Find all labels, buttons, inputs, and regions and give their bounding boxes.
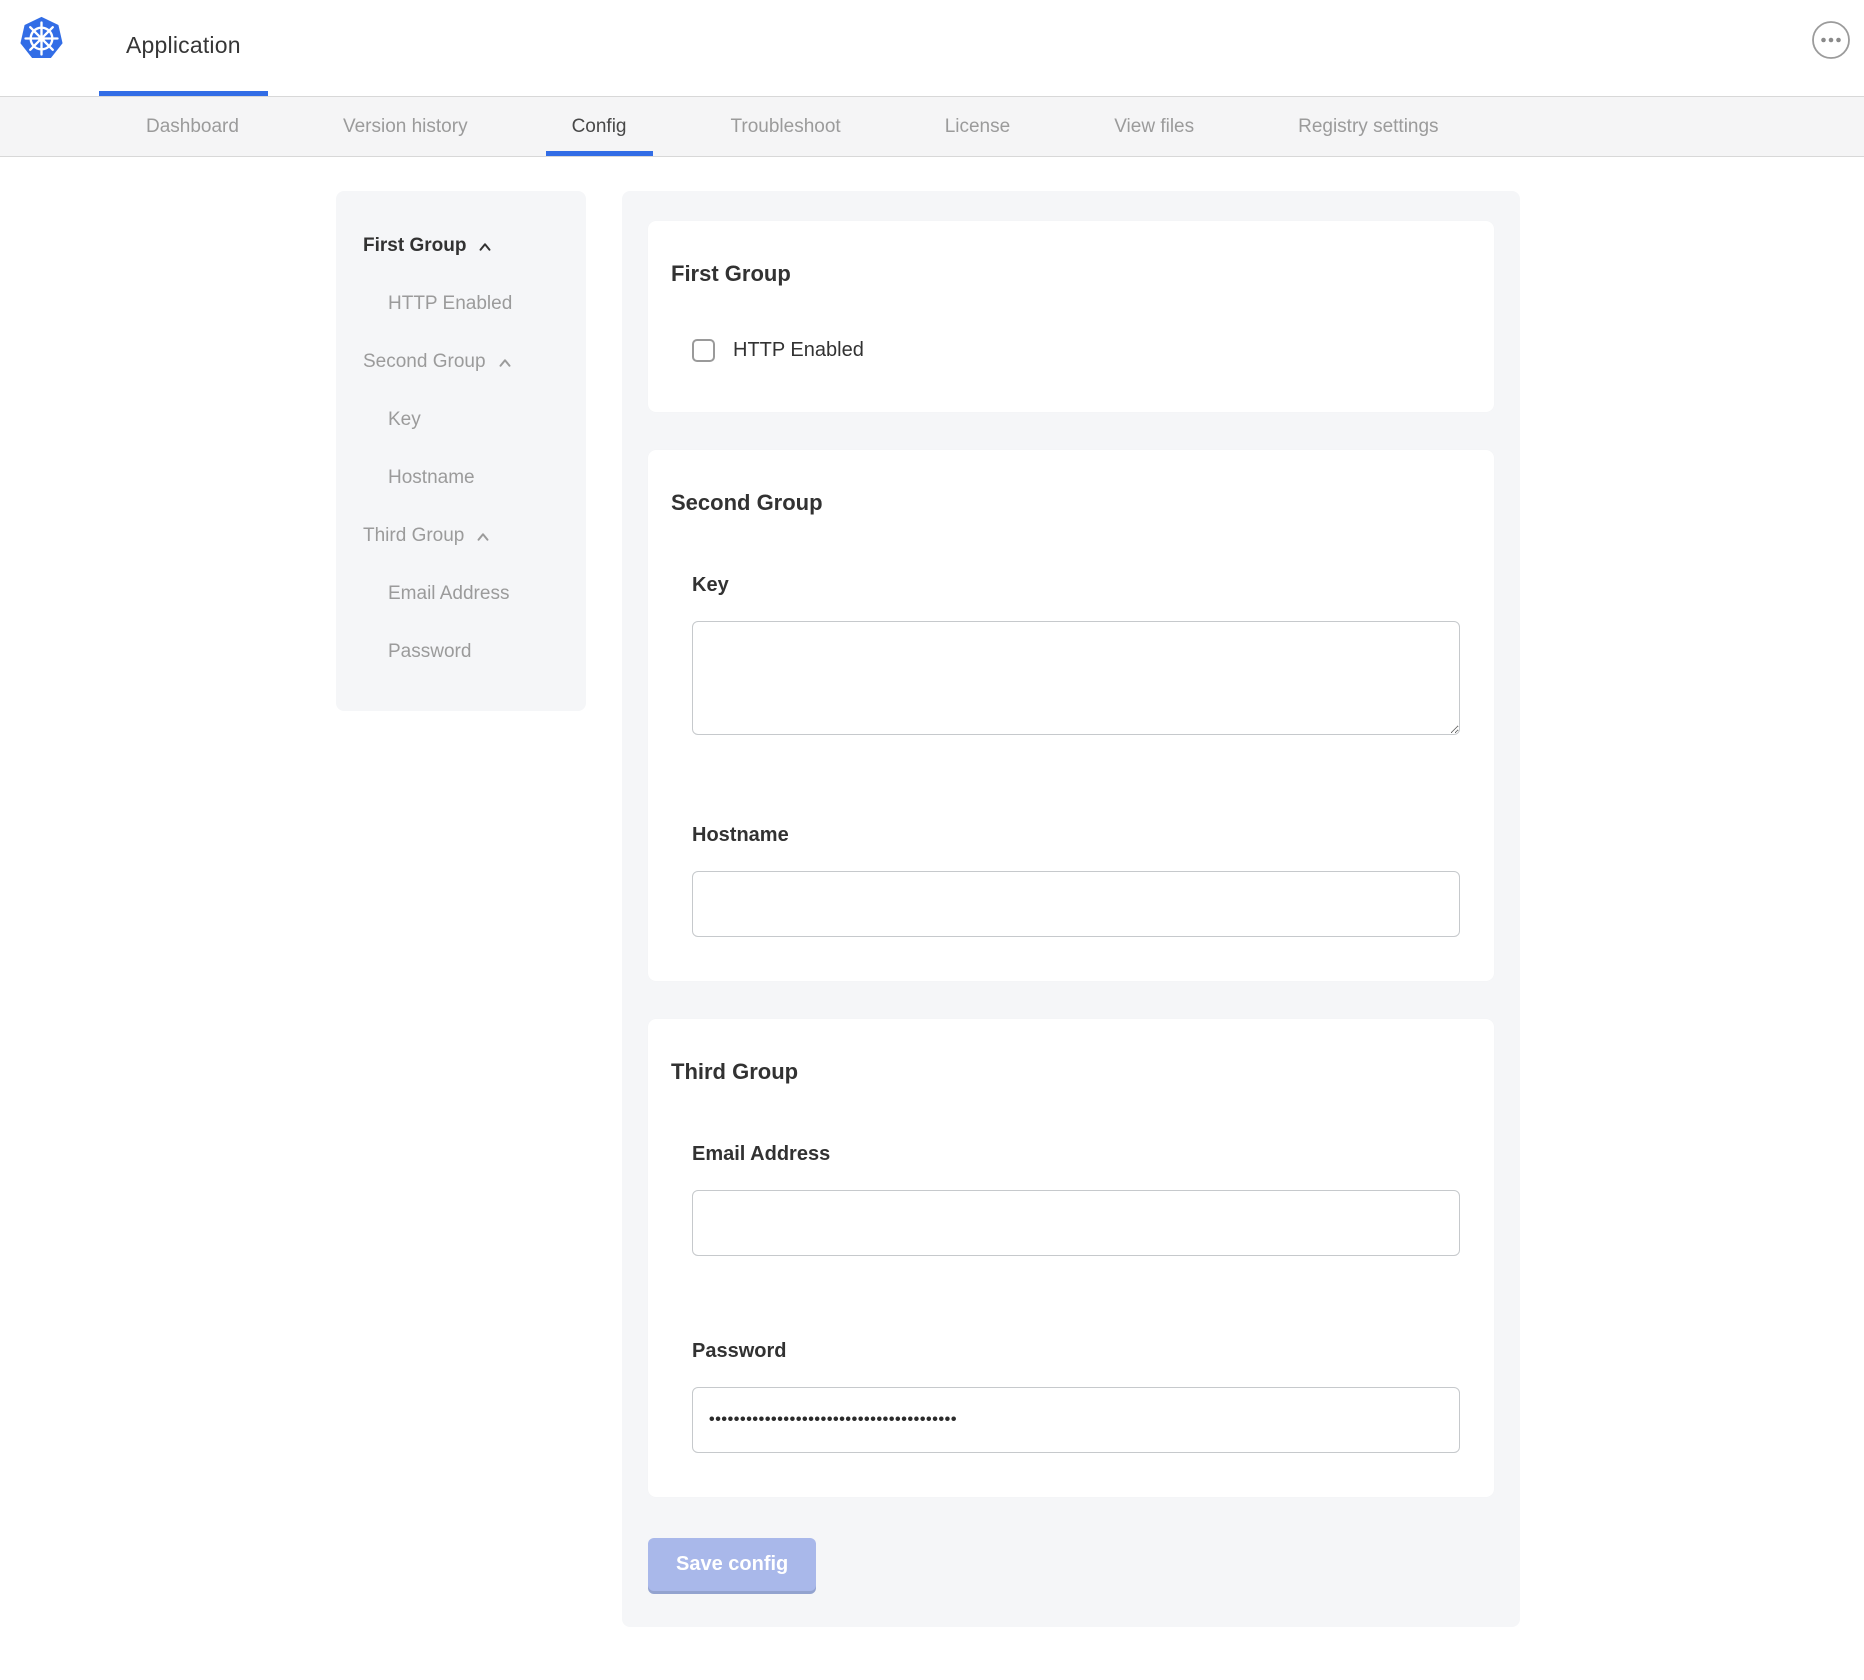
config-sidebar: First Group HTTP Enabled Second Group Ke…	[336, 191, 586, 711]
config-form-panel: First Group HTTP Enabled Second Group Ke…	[622, 191, 1520, 1627]
sidebar-item-label: Password	[388, 641, 471, 663]
chevron-up-icon	[496, 354, 514, 372]
config-page: First Group HTTP Enabled Second Group Ke…	[0, 157, 1864, 1627]
config-group-third: Third Group Email Address Password	[648, 1019, 1494, 1497]
hostname-label: Hostname	[692, 824, 1460, 847]
sidebar-item-label: Third Group	[363, 525, 464, 547]
tab-version-history-label: Version history	[343, 116, 468, 138]
sidebar-item-hostname[interactable]: Hostname	[336, 449, 586, 507]
sidebar-item-label: Second Group	[363, 351, 486, 373]
sidebar-item-label: HTTP Enabled	[388, 293, 512, 315]
app-nav-bar: Dashboard Version history Config Trouble…	[0, 96, 1864, 157]
tab-license[interactable]: License	[919, 97, 1037, 156]
tab-config-label: Config	[572, 116, 627, 138]
ellipsis-icon	[1811, 20, 1851, 60]
tab-registry-settings[interactable]: Registry settings	[1272, 97, 1464, 156]
sidebar-item-email-address[interactable]: Email Address	[336, 565, 586, 623]
sidebar-item-label: Key	[388, 409, 421, 431]
config-group-first: First Group HTTP Enabled	[648, 221, 1494, 412]
chevron-up-icon	[476, 238, 494, 256]
sidebar-item-third-group[interactable]: Third Group	[336, 507, 586, 565]
tab-version-history[interactable]: Version history	[317, 97, 494, 156]
http-enabled-checkbox[interactable]	[692, 339, 715, 362]
tab-troubleshoot-label: Troubleshoot	[731, 116, 841, 138]
save-config-button[interactable]: Save config	[648, 1538, 816, 1591]
email-address-label: Email Address	[692, 1143, 1460, 1166]
chevron-up-icon	[474, 528, 492, 546]
overflow-menu-button[interactable]	[1811, 20, 1851, 60]
tab-troubleshoot[interactable]: Troubleshoot	[705, 97, 867, 156]
sidebar-item-label: Email Address	[388, 583, 509, 605]
email-address-input[interactable]	[692, 1190, 1460, 1256]
hostname-input[interactable]	[692, 871, 1460, 937]
second-group-fields: Key Hostname	[692, 574, 1460, 937]
sidebar-item-second-group[interactable]: Second Group	[336, 333, 586, 391]
group-title: Third Group	[671, 1059, 1460, 1085]
sidebar-item-password[interactable]: Password	[336, 623, 586, 681]
http-enabled-field: HTTP Enabled	[692, 339, 1460, 362]
tab-dashboard-label: Dashboard	[146, 116, 239, 138]
tab-registry-settings-label: Registry settings	[1298, 116, 1438, 138]
app-header: Application	[0, 0, 1864, 96]
third-group-fields: Email Address Password	[692, 1143, 1460, 1453]
sidebar-item-key[interactable]: Key	[336, 391, 586, 449]
sidebar-item-first-group[interactable]: First Group	[336, 217, 586, 275]
group-title: Second Group	[671, 490, 1460, 516]
password-label: Password	[692, 1340, 1460, 1363]
application-tab[interactable]: Application	[99, 0, 268, 96]
config-group-second: Second Group Key Hostname	[648, 450, 1494, 981]
sidebar-item-label: Hostname	[388, 467, 475, 489]
application-tab-label: Application	[126, 32, 241, 59]
key-label: Key	[692, 574, 1460, 597]
key-textarea[interactable]	[692, 621, 1460, 735]
sidebar-item-label: First Group	[363, 235, 466, 257]
tab-view-files[interactable]: View files	[1088, 97, 1220, 156]
kubernetes-logo-icon	[18, 15, 65, 62]
group-title: First Group	[671, 261, 1460, 287]
tab-dashboard[interactable]: Dashboard	[120, 97, 265, 156]
sidebar-item-http-enabled[interactable]: HTTP Enabled	[336, 275, 586, 333]
save-config-button-label: Save config	[676, 1553, 788, 1575]
http-enabled-label: HTTP Enabled	[733, 339, 864, 362]
tab-license-label: License	[945, 116, 1011, 138]
password-input[interactable]	[692, 1387, 1460, 1453]
tab-config[interactable]: Config	[546, 97, 653, 156]
tab-view-files-label: View files	[1114, 116, 1194, 138]
